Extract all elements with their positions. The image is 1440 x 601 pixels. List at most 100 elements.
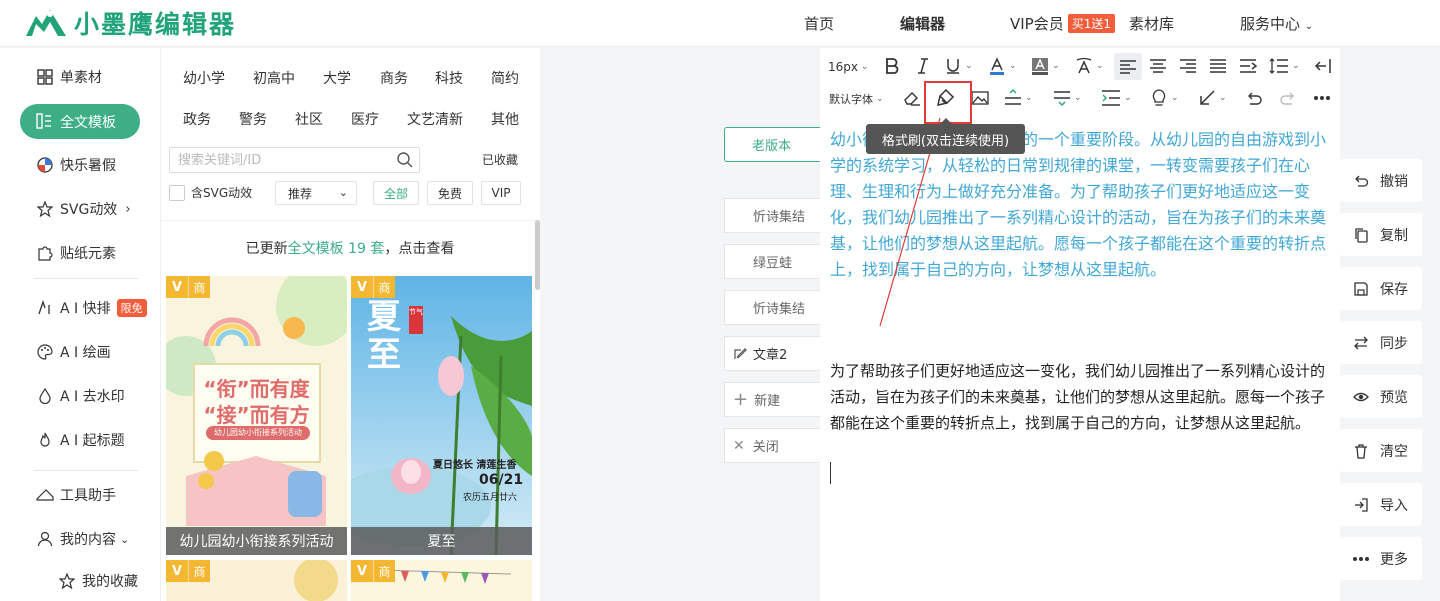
sidebar-item-my-content[interactable]: 我的内容 ⌄: [36, 527, 129, 551]
chevron-down-icon: ⌄: [1025, 93, 1033, 103]
category-tab[interactable]: 科技: [435, 68, 463, 88]
nav-home[interactable]: 首页: [804, 13, 834, 34]
template-card[interactable]: “衔”而有度 “接”而有方 幼儿园幼小衔接系列活动 V商 幼儿园幼小衔接系列活动: [166, 276, 347, 555]
filter-all[interactable]: 全部: [373, 181, 419, 205]
emphasis-button[interactable]: ⌄: [1150, 89, 1179, 107]
filter-free[interactable]: 免费: [427, 181, 473, 205]
indent-button[interactable]: [1239, 58, 1257, 74]
sidebar-item-stickers[interactable]: 贴纸元素: [36, 241, 116, 265]
redo-toolbar-button[interactable]: [1279, 89, 1297, 107]
category-tab[interactable]: 幼小学: [183, 68, 225, 88]
svg-filter-checkbox[interactable]: 含SVG动效: [169, 184, 252, 201]
sidebar-divider: [34, 278, 138, 279]
new-doc-button[interactable]: + 新建: [724, 382, 820, 417]
search-icon[interactable]: [396, 151, 414, 169]
collected-link[interactable]: 已收藏: [482, 151, 518, 168]
font-color-button[interactable]: ⌄: [988, 57, 1017, 75]
template-card[interactable]: 夏 至 节气 夏日悠长 清莲生香 06/21 农历五月廿六 V商 夏至: [351, 276, 532, 555]
logo[interactable]: 小墨鹰编辑器: [24, 6, 236, 40]
doc-tab-active[interactable]: 文章2: [724, 336, 820, 371]
chevron-down-icon: ⌄: [1292, 61, 1300, 71]
spacing-before-button[interactable]: ⌄: [1004, 89, 1033, 107]
category-tab[interactable]: 社区: [295, 109, 323, 129]
doc-tab[interactable]: 绿豆蛙: [724, 244, 820, 279]
sidebar-item-full-template[interactable]: 全文模板: [20, 104, 140, 139]
arrow-tool-button[interactable]: ⌄: [1198, 89, 1227, 107]
import-button[interactable]: 导入: [1340, 483, 1422, 526]
poster-title: 至: [367, 335, 401, 375]
sidebar-item-ai-watermark[interactable]: A I 去水印: [36, 384, 125, 408]
insert-image-button[interactable]: [971, 89, 989, 107]
panel-scrollbar[interactable]: [535, 220, 540, 290]
close-doc-label: 关闭: [752, 440, 779, 455]
align-left-button[interactable]: [1114, 53, 1142, 80]
nav-vip[interactable]: VIP会员 买1送1: [1010, 13, 1116, 34]
sidebar-item-my-fav[interactable]: 我的收藏: [58, 569, 138, 593]
checkbox-box[interactable]: [169, 184, 185, 201]
doc-tab[interactable]: 忻诗集结: [724, 290, 820, 325]
background-color-button[interactable]: ⌄: [1031, 57, 1060, 75]
sidebar-item-ai-draw[interactable]: A I 绘画: [36, 340, 111, 364]
nav-service[interactable]: 服务中心 ⌄: [1240, 13, 1313, 34]
more-tools-button[interactable]: [1313, 95, 1331, 101]
category-tab[interactable]: 政务: [183, 109, 211, 129]
font-size-select[interactable]: 16px ⌄: [828, 58, 869, 76]
category-tab[interactable]: 文艺清新: [407, 109, 463, 129]
undo-toolbar-button[interactable]: [1245, 89, 1263, 107]
template-icon: [36, 112, 54, 131]
more-button[interactable]: 更多: [1340, 537, 1422, 580]
close-doc-button[interactable]: ✕ 关闭: [724, 428, 820, 463]
poster-subtitle: 幼儿园幼小衔接系列活动: [214, 428, 302, 437]
nav-materials[interactable]: 素材库: [1129, 13, 1174, 34]
sync-button[interactable]: 同步: [1340, 321, 1422, 364]
sidebar-item-ai-title[interactable]: A I 起标题: [36, 428, 125, 452]
clear-format-button[interactable]: [903, 89, 921, 107]
top-header: 小墨鹰编辑器 首页 编辑器 VIP会员 买1送1 素材库 服务中心 ⌄: [0, 0, 1440, 47]
nav-editor[interactable]: 编辑器: [900, 13, 945, 34]
italic-button[interactable]: [915, 57, 931, 75]
underline-button[interactable]: ⌄: [944, 57, 973, 75]
category-tab[interactable]: 其他: [491, 109, 519, 129]
copy-button[interactable]: 复制: [1340, 213, 1422, 256]
sidebar-item-ai-layout[interactable]: A I 快排 限免: [36, 296, 147, 320]
category-tab[interactable]: 简约: [491, 68, 519, 88]
category-tab[interactable]: 警务: [239, 109, 267, 129]
align-center-button[interactable]: [1149, 58, 1167, 74]
category-tab[interactable]: 医疗: [351, 109, 379, 129]
category-tab[interactable]: 大学: [323, 68, 351, 88]
font-family-select[interactable]: 默认字体 ⌄: [829, 91, 884, 107]
search-input[interactable]: [170, 148, 390, 172]
exit-icon: [1314, 59, 1331, 73]
filter-vip[interactable]: VIP: [481, 181, 521, 205]
category-tab[interactable]: 商务: [380, 68, 408, 88]
align-right-button[interactable]: [1179, 58, 1197, 74]
sidebar-item-summer[interactable]: 快乐暑假: [36, 153, 116, 177]
collapse-toolbar-button[interactable]: [1314, 57, 1332, 75]
save-button[interactable]: 保存: [1340, 267, 1422, 310]
poster-lunar: 农历五月廿六: [463, 493, 518, 503]
preview-button[interactable]: 预览: [1340, 375, 1422, 418]
line-height-button[interactable]: ⌄: [1269, 57, 1300, 75]
chevron-down-icon: ⌄: [1124, 93, 1132, 103]
sort-select[interactable]: 推荐 ⌄: [275, 181, 357, 205]
doc-tab[interactable]: 忻诗集结: [724, 198, 820, 233]
template-card[interactable]: V商: [166, 560, 347, 601]
eraser-icon: [904, 92, 920, 106]
text-effect-button[interactable]: ⌄: [1075, 57, 1104, 75]
justify-button[interactable]: [1209, 58, 1227, 74]
spacing-after-button[interactable]: ⌄: [1053, 89, 1082, 107]
old-version-button[interactable]: 老版本: [724, 127, 834, 162]
sidebar-item-single-material[interactable]: 单素材: [36, 65, 102, 89]
side-indent-button[interactable]: ⌄: [1101, 89, 1132, 107]
clear-button[interactable]: 清空: [1340, 429, 1422, 472]
bold-button[interactable]: [884, 57, 900, 75]
sidebar-label: A I 去水印: [60, 389, 125, 405]
sidebar-item-tools[interactable]: 工具助手: [36, 483, 116, 507]
template-card[interactable]: V商: [351, 560, 532, 601]
undo-button[interactable]: 撤销: [1340, 159, 1422, 202]
category-tab[interactable]: 初高中: [253, 68, 295, 88]
update-notice[interactable]: 已更新 全文模板 19 套，点击查看: [161, 220, 539, 275]
editor-paragraph-2[interactable]: 为了帮助孩子们更好地适应这一变化，我们幼儿园推出了一系列精心设计的活动，旨在为孩…: [830, 358, 1330, 436]
chevron-down-icon: ⌄: [861, 62, 869, 72]
sidebar-item-svg[interactable]: SVG动效 ›: [36, 197, 131, 221]
